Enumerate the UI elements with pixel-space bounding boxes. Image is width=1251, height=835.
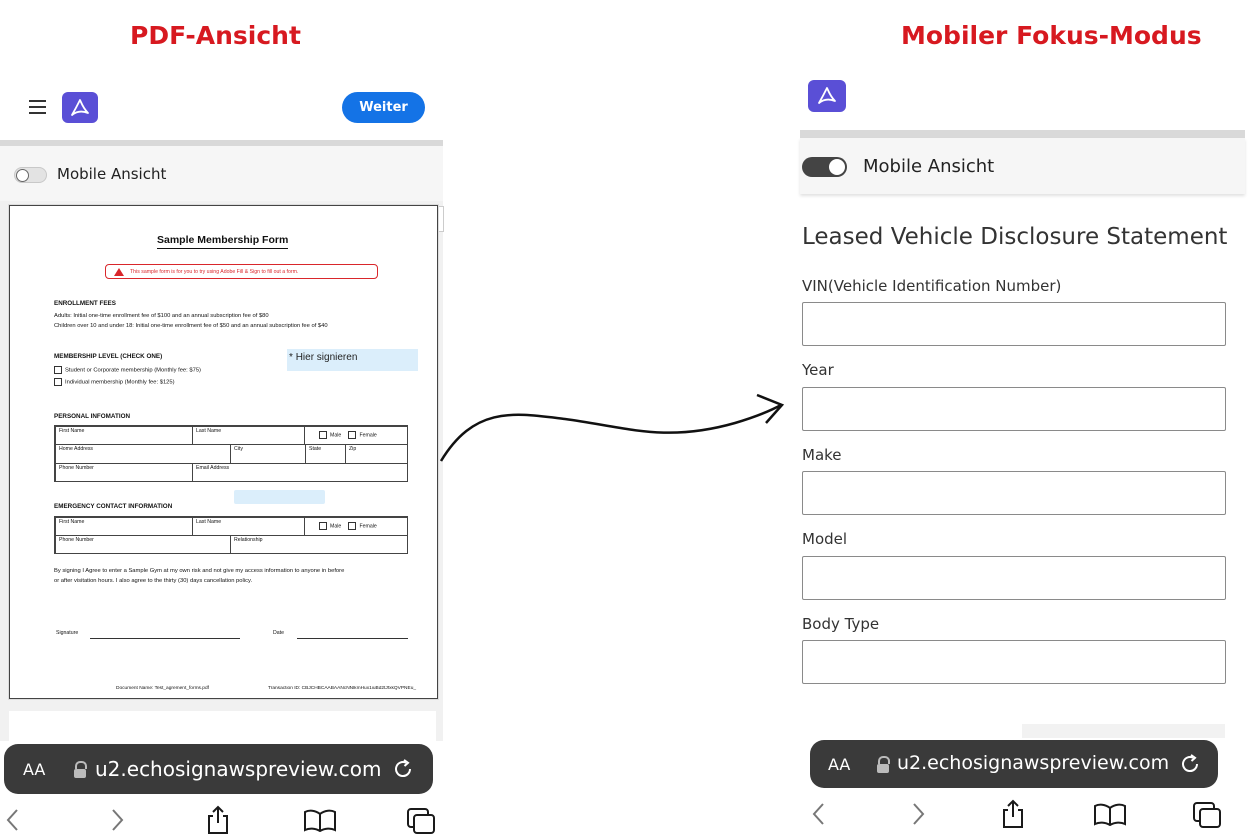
city-cell[interactable]: City — [230, 444, 306, 464]
checkbox[interactable] — [54, 366, 62, 374]
checkbox[interactable] — [319, 431, 327, 439]
transaction-id: Transaction ID: CBJCHBCAABAANcNNlkmHux1i… — [268, 686, 417, 691]
document-name: Document Name: Test_agrement_forms.pdf — [116, 686, 209, 691]
left-url-bar[interactable]: AA u2.echosignawspreview.com — [4, 744, 433, 794]
curved-arrow-icon — [439, 393, 785, 462]
body-type-label: Body Type — [802, 615, 880, 633]
right-divider — [800, 130, 1245, 138]
left-mobile-view-bar: Mobile Ansicht — [0, 146, 443, 201]
signature-label: Signature — [56, 630, 79, 636]
right-nav-bar — [800, 795, 1245, 834]
first-name-cell[interactable]: First Name — [55, 426, 193, 445]
notice-banner: This sample form is for you to try using… — [105, 264, 378, 279]
personal-table: First Name Last Name Male Female Home Ad… — [54, 425, 408, 482]
url-text[interactable]: u2.echosignawspreview.com — [897, 752, 1169, 774]
bottom-strip — [1022, 724, 1225, 738]
date-label: Date — [273, 630, 284, 636]
last-name-cell[interactable]: Last Name — [192, 426, 305, 445]
relationship-cell[interactable]: Relationship — [230, 535, 408, 554]
state-cell[interactable]: State — [305, 444, 346, 464]
checkbox[interactable] — [319, 522, 327, 530]
bookmarks-icon[interactable] — [303, 808, 337, 832]
membership-option-2[interactable]: Individual membership (Monthly fee: $125… — [54, 378, 175, 386]
left-nav-bar — [0, 800, 443, 834]
next-page-preview — [9, 711, 436, 741]
vin-label: VIN(Vehicle Identification Number) — [802, 277, 1062, 295]
make-label: Make — [802, 446, 842, 464]
model-input[interactable] — [802, 556, 1226, 600]
agreement-line-1: By signing I Agree to enter a Sample Gym… — [54, 568, 345, 574]
url-text[interactable]: u2.echosignawspreview.com — [95, 757, 381, 781]
emergency-last-name-cell[interactable]: Last Name — [192, 517, 305, 536]
sign-here-label: Hier signieren — [295, 352, 358, 363]
tabs-icon[interactable] — [1192, 801, 1224, 829]
bookmarks-icon[interactable] — [1093, 802, 1127, 826]
forward-icon[interactable] — [909, 802, 927, 826]
reload-icon[interactable] — [1179, 753, 1201, 779]
enrollment-line-1: Adults: Initial one-time enrollment fee … — [54, 313, 269, 319]
left-toolbar: Weiter — [0, 80, 443, 140]
membership-option-1[interactable]: Student or Corporate membership (Monthly… — [54, 366, 201, 374]
text-size-button[interactable]: AA — [828, 755, 850, 774]
emergency-gender-cell[interactable]: Male Female — [304, 517, 408, 536]
emergency-first-name-cell[interactable]: First Name — [55, 517, 193, 536]
form-title: Leased Vehicle Disclosure Statement — [802, 224, 1228, 250]
enrollment-title: ENROLLMENT FEES — [54, 300, 116, 307]
forward-icon[interactable] — [108, 808, 126, 832]
vin-input[interactable] — [802, 302, 1226, 346]
continue-button[interactable]: Weiter — [342, 92, 425, 123]
right-heading: Mobiler Fokus-Modus — [901, 21, 1202, 50]
checkbox[interactable] — [348, 522, 357, 530]
enrollment-line-2: Children over 10 and under 18: Initial o… — [54, 323, 328, 329]
body-type-input[interactable] — [802, 640, 1226, 684]
sign-here-field[interactable]: * Hier signieren — [287, 349, 418, 371]
date-line[interactable] — [297, 638, 408, 639]
zip-cell[interactable]: Zip — [345, 444, 408, 464]
mobile-view-toggle[interactable] — [14, 167, 47, 183]
acrobat-logo-icon — [808, 80, 846, 112]
model-label: Model — [802, 530, 848, 548]
lock-icon — [877, 756, 890, 773]
year-input[interactable] — [802, 387, 1226, 431]
right-mobile-view-bar: Mobile Ansicht — [800, 138, 1245, 194]
tabs-icon[interactable] — [406, 807, 438, 835]
checkbox[interactable] — [54, 378, 62, 386]
make-input[interactable] — [802, 471, 1226, 515]
lock-icon — [74, 761, 87, 778]
highlight-field[interactable] — [234, 490, 325, 504]
pdf-title: Sample Membership Form — [157, 234, 289, 249]
emergency-table: First Name Last Name Male Female Phone N… — [54, 516, 408, 554]
mobile-view-label: Mobile Ansicht — [863, 156, 995, 177]
share-icon[interactable] — [204, 805, 232, 835]
home-address-cell[interactable]: Home Address — [55, 444, 231, 464]
warning-icon — [114, 267, 124, 276]
emergency-title: EMERGENCY CONTACT INFORMATION — [54, 503, 173, 510]
left-heading: PDF-Ansicht — [130, 21, 301, 50]
phone-number-cell[interactable]: Phone Number — [55, 463, 193, 482]
pdf-page: Sample Membership Form This sample form … — [9, 205, 438, 699]
required-asterisk: * — [289, 352, 293, 363]
right-toolbar — [800, 70, 1245, 130]
back-icon[interactable] — [4, 808, 22, 832]
back-icon[interactable] — [810, 802, 828, 826]
email-address-cell[interactable]: Email Address — [192, 463, 408, 482]
right-url-bar[interactable]: AA u2.echosignawspreview.com — [810, 740, 1218, 788]
mobile-view-label: Mobile Ansicht — [57, 165, 167, 183]
mobile-view-toggle[interactable] — [802, 157, 847, 177]
share-icon[interactable] — [999, 799, 1027, 829]
signature-line[interactable] — [90, 638, 240, 639]
agreement-line-2: or after visitation hours. I also agree … — [54, 578, 253, 584]
acrobat-logo-icon — [62, 92, 98, 123]
menu-icon[interactable] — [29, 100, 46, 114]
membership-title: MEMBERSHIP LEVEL (CHECK ONE) — [54, 353, 163, 360]
emergency-phone-cell[interactable]: Phone Number — [55, 535, 231, 554]
text-size-button[interactable]: AA — [23, 760, 45, 779]
reload-icon[interactable] — [392, 758, 414, 784]
gender-cell[interactable]: Male Female — [304, 426, 408, 445]
year-label: Year — [802, 361, 834, 379]
checkbox[interactable] — [348, 431, 357, 439]
personal-title: PERSONAL INFOMATION — [54, 413, 131, 420]
notice-text: This sample form is for you to try using… — [130, 268, 299, 275]
